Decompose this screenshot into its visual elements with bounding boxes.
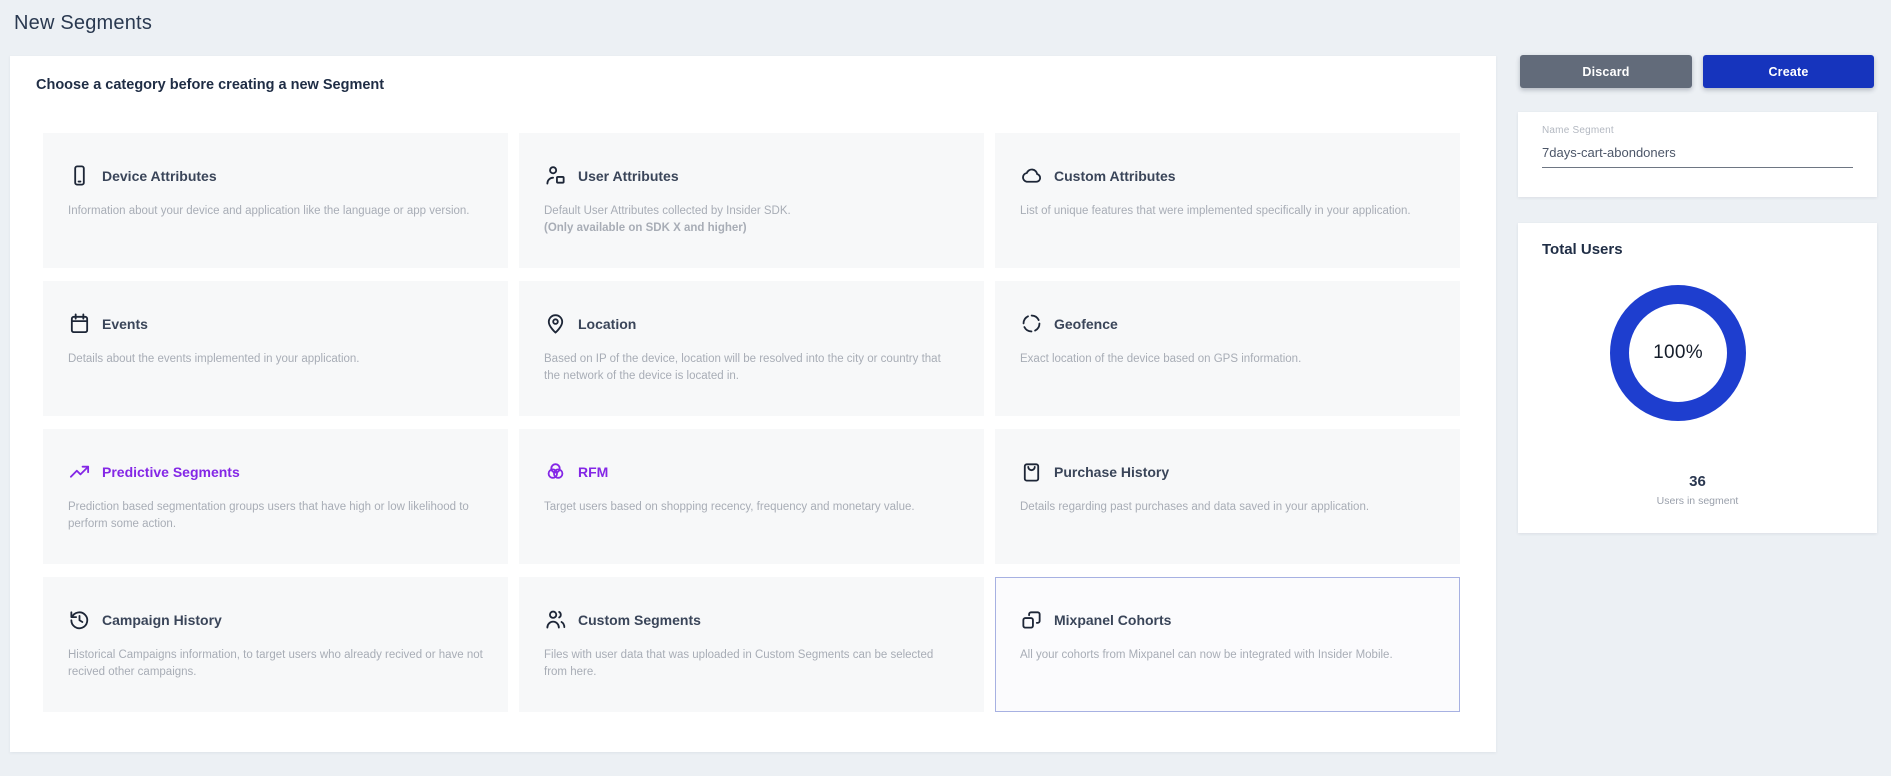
card-description: Details about the events implemented in … — [68, 351, 483, 368]
category-card-device-attributes[interactable]: Device Attributes Information about your… — [43, 133, 508, 268]
card-description: Information about your device and applic… — [68, 203, 483, 220]
user-badge-icon — [544, 164, 567, 187]
category-card-events[interactable]: Events Details about the events implemen… — [43, 281, 508, 416]
category-card-campaign-history[interactable]: Campaign History Historical Campaigns in… — [43, 577, 508, 712]
discard-button[interactable]: Discard — [1520, 55, 1692, 88]
category-card-user-attributes[interactable]: User Attributes Default User Attributes … — [519, 133, 984, 268]
card-title: Device Attributes — [102, 168, 217, 184]
card-head: Custom Segments — [544, 608, 959, 631]
page-title: New Segments — [14, 12, 152, 35]
card-description: Files with user data that was uploaded i… — [544, 647, 959, 681]
card-head: Location — [544, 312, 959, 335]
card-title: Custom Attributes — [1054, 168, 1176, 184]
card-head: Events — [68, 312, 483, 335]
category-card-predictive-segments[interactable]: Predictive Segments Prediction based seg… — [43, 429, 508, 564]
card-title: Mixpanel Cohorts — [1054, 612, 1171, 628]
card-head: Purchase History — [1020, 460, 1435, 483]
card-description: Based on IP of the device, location will… — [544, 351, 959, 385]
card-title: Custom Segments — [578, 612, 701, 628]
category-card-purchase-history[interactable]: Purchase History Details regarding past … — [995, 429, 1460, 564]
segment-category-panel: Choose a category before creating a new … — [10, 56, 1496, 752]
card-title: Predictive Segments — [102, 464, 240, 480]
users-count: 36 — [1518, 473, 1877, 490]
mobile-device-icon — [68, 164, 91, 187]
card-title: Events — [102, 316, 148, 332]
users-group-icon — [544, 608, 567, 631]
card-description: Default User Attributes collected by Ins… — [544, 203, 959, 237]
card-head: RFM — [544, 460, 959, 483]
category-card-rfm[interactable]: RFM Target users based on shopping recen… — [519, 429, 984, 564]
card-title: Geofence — [1054, 316, 1118, 332]
donut-percent-label: 100% — [1653, 342, 1703, 364]
card-head: User Attributes — [544, 164, 959, 187]
card-head: Custom Attributes — [1020, 164, 1435, 187]
card-head: Campaign History — [68, 608, 483, 631]
total-users-card: Total Users 100% 36 Users in segment — [1518, 223, 1877, 533]
location-pin-icon — [544, 312, 567, 335]
card-title: Campaign History — [102, 612, 222, 628]
card-description: Details regarding past purchases and dat… — [1020, 499, 1435, 516]
card-title: RFM — [578, 464, 608, 480]
calendar-icon — [68, 312, 91, 335]
history-clock-icon — [68, 608, 91, 631]
cloud-icon — [1020, 164, 1043, 187]
panel-subtitle: Choose a category before creating a new … — [36, 77, 384, 93]
category-card-location[interactable]: Location Based on IP of the device, loca… — [519, 281, 984, 416]
card-head: Geofence — [1020, 312, 1435, 335]
trend-up-icon — [68, 460, 91, 483]
category-card-custom-attributes[interactable]: Custom Attributes List of unique feature… — [995, 133, 1460, 268]
card-description: Exact location of the device based on GP… — [1020, 351, 1435, 368]
card-description: List of unique features that were implem… — [1020, 203, 1435, 220]
category-grid: Device Attributes Information about your… — [43, 133, 1460, 712]
card-title: User Attributes — [578, 168, 679, 184]
users-count-caption: Users in segment — [1518, 495, 1877, 507]
card-description: Target users based on shopping recency, … — [544, 499, 959, 516]
venn-diagram-icon — [544, 460, 567, 483]
card-title: Location — [578, 316, 636, 332]
geofence-target-icon — [1020, 312, 1043, 335]
name-segment-card: Name Segment — [1518, 112, 1877, 197]
total-users-donut-chart: 100% — [1610, 285, 1746, 421]
card-description: All your cohorts from Mixpanel can now b… — [1020, 647, 1435, 664]
card-description: Prediction based segmentation groups use… — [68, 499, 483, 533]
category-card-geofence[interactable]: Geofence Exact location of the device ba… — [995, 281, 1460, 416]
create-button[interactable]: Create — [1703, 55, 1874, 88]
shopping-bag-icon — [1020, 460, 1043, 483]
card-title: Purchase History — [1054, 464, 1169, 480]
segment-name-label: Name Segment — [1542, 125, 1853, 136]
segment-name-input[interactable] — [1542, 145, 1853, 168]
card-head: Predictive Segments — [68, 460, 483, 483]
card-description: Historical Campaigns information, to tar… — [68, 647, 483, 681]
card-head: Mixpanel Cohorts — [1020, 608, 1435, 631]
card-head: Device Attributes — [68, 164, 483, 187]
total-users-title: Total Users — [1542, 241, 1623, 258]
category-card-custom-segments[interactable]: Custom Segments Files with user data tha… — [519, 577, 984, 712]
category-card-mixpanel-cohorts[interactable]: Mixpanel Cohorts All your cohorts from M… — [995, 577, 1460, 712]
transfer-link-icon — [1020, 608, 1043, 631]
